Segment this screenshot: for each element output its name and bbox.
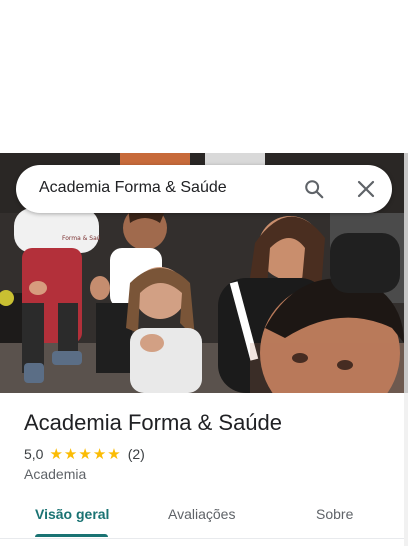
rating-value: 5,0 (24, 446, 44, 462)
review-count[interactable]: (2) (128, 446, 145, 462)
search-icon[interactable] (303, 178, 325, 200)
tab-reviews[interactable]: Avaliações (168, 506, 235, 522)
place-category[interactable]: Academia (24, 466, 86, 482)
rating-row[interactable]: 5,0 ★ ★ ★ ★ ★ (2) (24, 445, 145, 463)
star-icon: ★ (49, 445, 63, 463)
search-box[interactable]: Academia Forma & Saúde (16, 165, 392, 213)
rating-stars: ★ ★ ★ ★ ★ (49, 447, 121, 462)
tab-bar: Visão geral Avaliações Sobre (0, 496, 404, 539)
star-icon: ★ (78, 445, 92, 463)
search-input[interactable]: Academia Forma & Saúde (39, 179, 227, 197)
tab-overview[interactable]: Visão geral (35, 506, 109, 522)
shirt-text: Forma & Saú (62, 235, 101, 242)
star-icon: ★ (63, 445, 78, 463)
scrollbar-thumb[interactable] (404, 153, 408, 393)
active-tab-indicator (35, 534, 108, 537)
close-icon[interactable] (356, 179, 376, 199)
star-icon: ★ (107, 445, 121, 463)
place-title: Academia Forma & Saúde (24, 410, 283, 435)
star-icon: ★ (92, 445, 107, 463)
map-blank-area (0, 0, 408, 153)
tab-about[interactable]: Sobre (316, 506, 353, 522)
